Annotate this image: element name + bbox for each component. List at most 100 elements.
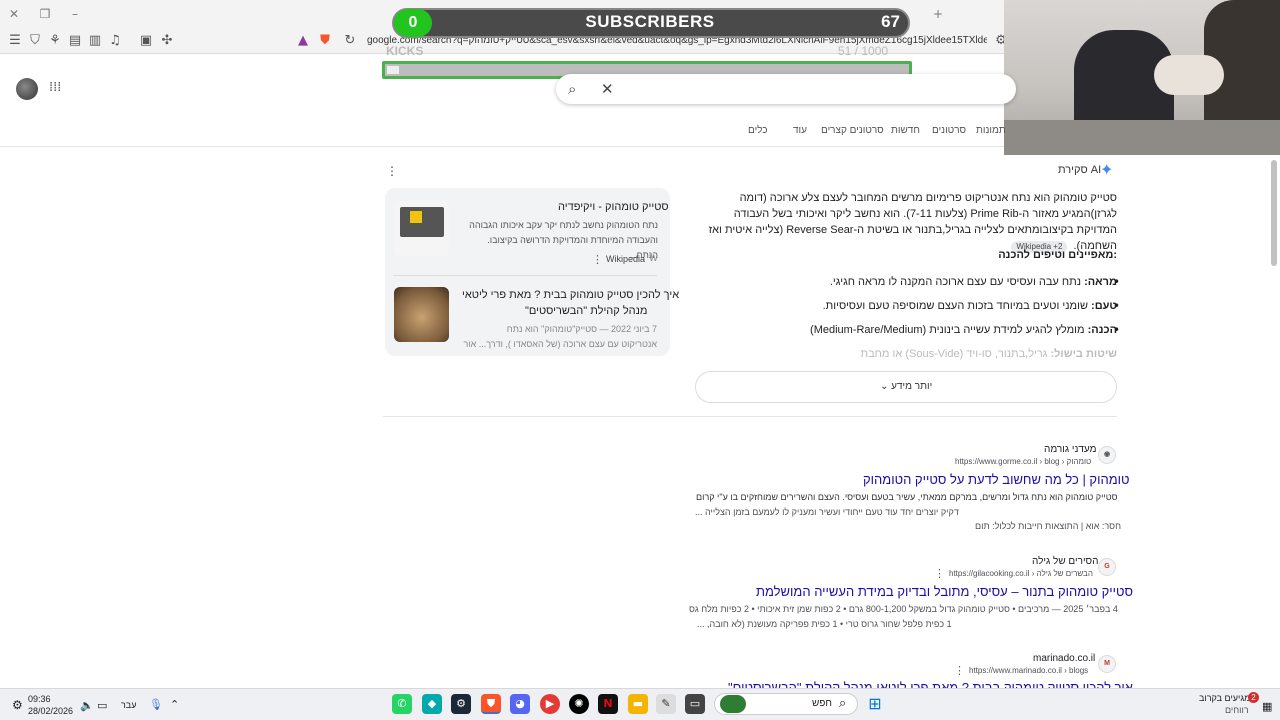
steam-icon[interactable]: ⚙: [451, 694, 471, 714]
netflix-icon[interactable]: N: [598, 694, 618, 714]
avatar[interactable]: [16, 78, 38, 100]
site-name[interactable]: הסירים של גילה: [1032, 556, 1098, 567]
site-favicon: ◉: [1098, 446, 1116, 464]
tab-more[interactable]: עוד: [793, 125, 807, 136]
language-indicator[interactable]: עבר: [121, 700, 136, 710]
ai-overview-title: סקירת AI: [1058, 164, 1102, 176]
music-icon[interactable]: ♫: [106, 32, 124, 50]
thumb-cut-highlight: [410, 211, 422, 223]
extension-icon[interactable]: ⚘: [46, 32, 64, 50]
site-favicon: G: [1098, 558, 1116, 576]
bullet-dot: •: [1113, 299, 1121, 313]
result-snippet: סטייק טומהוק הוא נתח גדול ומרשים, במרקם …: [696, 492, 1118, 502]
result-snippet: 4 בפבר׳ 2025 — מרכיבים • סטייק טומהוק גד…: [689, 604, 1118, 614]
ai-overview-subheading: מאפיינים וטיפים להכנה:: [998, 249, 1117, 261]
site-favicon: M: [1098, 655, 1116, 673]
site-name[interactable]: marinado.co.il: [1033, 653, 1095, 664]
card-desc: 7 ביוני 2022 — סטייק"טומהוק" הוא נתח אנטר…: [459, 322, 657, 352]
search-icon[interactable]: ⌕: [568, 80, 576, 98]
bullet-item: הכנה: מומלץ להגיע למידת עשייה בינונית (M…: [810, 324, 1117, 336]
minimize-icon[interactable]: –: [67, 6, 83, 22]
tab-videos[interactable]: סרטונים: [932, 125, 966, 136]
card-divider: [393, 275, 657, 276]
show-more-text: יותר מידע: [891, 381, 933, 392]
thumb-cow-body: [400, 207, 444, 237]
tab-shorts[interactable]: סרטונים קצרים: [821, 125, 884, 136]
site-url[interactable]: https://www.marinado.co.il › blogs: [969, 666, 1088, 675]
result-title[interactable]: סטייק טומהוק בתנור – עסיסי, מתובל ובדיוק…: [756, 584, 1133, 599]
brave-browser-icon[interactable]: ⛊: [481, 694, 501, 714]
shield-icon[interactable]: ⛉: [26, 32, 44, 50]
chatgpt-icon[interactable]: ✺: [569, 694, 589, 714]
folder-icon[interactable]: ▬: [628, 694, 648, 714]
bullet-text: מומלץ להגיע למידת עשייה בינונית (Medium-…: [810, 324, 1085, 336]
tab-news[interactable]: חדשות: [891, 125, 920, 136]
brave-shield-icon[interactable]: ⛊: [316, 32, 334, 50]
discord-icon[interactable]: ◕: [510, 694, 530, 714]
tab-images[interactable]: תמונות: [976, 125, 1006, 136]
card-title-line2[interactable]: מנהל קהילת "הבשריסטים": [525, 305, 647, 317]
search-icon: ⌕: [839, 696, 847, 711]
search-input[interactable]: [556, 74, 1016, 104]
bullet-dot: •: [1113, 275, 1121, 289]
settings-icon[interactable]: ⚙: [12, 698, 23, 712]
play-icon[interactable]: ▶: [540, 694, 560, 714]
speaker-icon[interactable]: 🔈: [80, 699, 94, 712]
result-snippet: 1 כפית פלפל שחור גרוס טרי • 1 כפית פפריק…: [697, 619, 952, 629]
more-options-icon[interactable]: ⋮: [592, 253, 603, 266]
bullet-item: טעם: שומני וטעים במיוחד בזכות העצם שמוסי…: [823, 300, 1117, 312]
pillow-shape: [1154, 55, 1224, 95]
widgets-icon[interactable]: ▦: [1262, 700, 1272, 713]
sidebar-icon[interactable]: ▥: [86, 32, 104, 50]
card-source: Wikipedia: [606, 254, 646, 264]
chevron-up-icon[interactable]: ⌃: [170, 698, 179, 711]
scrollbar-thumb[interactable]: [1271, 160, 1277, 266]
result-title[interactable]: טומהוק | כל מה שחשוב לדעת על סטייק הטומה…: [863, 472, 1130, 487]
card-desc-line: אנטריקוט עם עצם ארוכה (של האסאדו ), ודרך…: [463, 339, 657, 349]
kicks-label: KICKS: [386, 44, 424, 58]
news-widget-title[interactable]: מגיעים בקרוב: [1199, 693, 1250, 703]
windows-start-icon[interactable]: ⊞: [865, 694, 885, 714]
more-options-icon[interactable]: ⋮: [386, 164, 398, 178]
app-icon[interactable]: ✎: [656, 694, 676, 714]
site-url[interactable]: https://gilacooking.co.il › הבשרים של גי…: [949, 569, 1093, 578]
warning-icon[interactable]: ▲: [294, 32, 312, 50]
wallet-icon[interactable]: ▣: [137, 32, 155, 50]
microphone-icon[interactable]: 🎙: [149, 698, 163, 711]
terminal-icon[interactable]: ▭: [685, 694, 705, 714]
tabs-icon[interactable]: ▤: [66, 32, 84, 50]
reload-icon[interactable]: ↻: [341, 32, 359, 50]
maximize-icon[interactable]: ❐: [37, 6, 53, 22]
more-options-icon[interactable]: ⋮: [934, 567, 945, 580]
result-missing: חסר: אוא | התוצאות חייבות לכלול: תום: [975, 521, 1122, 531]
site-name[interactable]: מעדני גורמה: [1044, 444, 1096, 455]
clear-icon[interactable]: ✕: [601, 80, 614, 98]
webcam-feed: [1004, 0, 1280, 155]
news-widget-sub[interactable]: רווחים: [1225, 705, 1249, 715]
notification-count: 2: [1248, 692, 1259, 703]
clock-date[interactable]: 28/02/2026: [28, 706, 73, 716]
app-icon[interactable]: ◆: [422, 694, 442, 714]
whatsapp-icon[interactable]: ✆: [392, 694, 412, 714]
card-thumbnail[interactable]: [394, 201, 449, 256]
menu-icon[interactable]: ☰: [6, 32, 24, 50]
tab-tools[interactable]: כלים: [748, 125, 768, 136]
site-url[interactable]: https://www.gorme.co.il › blog › טומהוק: [955, 457, 1091, 466]
new-tab-icon[interactable]: +: [930, 6, 946, 22]
floor-shape: [1004, 120, 1280, 155]
puzzle-icon[interactable]: ✣: [158, 32, 176, 50]
network-icon[interactable]: ▭: [97, 699, 107, 712]
card-title[interactable]: איך להכין סטייק טומהוק בבית ? מאת פרי לי…: [462, 289, 679, 301]
bullet-dot: •: [1113, 323, 1121, 337]
kicks-count: 51 / 1000: [838, 44, 889, 58]
show-more-label: ⌄ יותר מידע: [880, 381, 932, 392]
result-title[interactable]: איך להכין סטייק טומהוק בבית ? מאת פרי לי…: [728, 680, 1133, 688]
more-options-icon[interactable]: ⋮: [954, 664, 965, 677]
bullet-text: שומני וטעים במיוחד בזכות העצם שמוסיפה טע…: [822, 300, 1088, 312]
close-icon[interactable]: ✕: [6, 6, 22, 22]
apps-grid-icon[interactable]: ⁞⁞⁞: [49, 81, 63, 95]
clock-time[interactable]: 09:36: [28, 694, 51, 704]
card-thumbnail[interactable]: [394, 287, 449, 342]
card-title[interactable]: סטייק טומהוק - ויקיפדיה: [558, 201, 669, 213]
card-desc-line: נתח הטומהוק נחשב לנתח יקר עקב איכותו הגב…: [469, 220, 658, 230]
